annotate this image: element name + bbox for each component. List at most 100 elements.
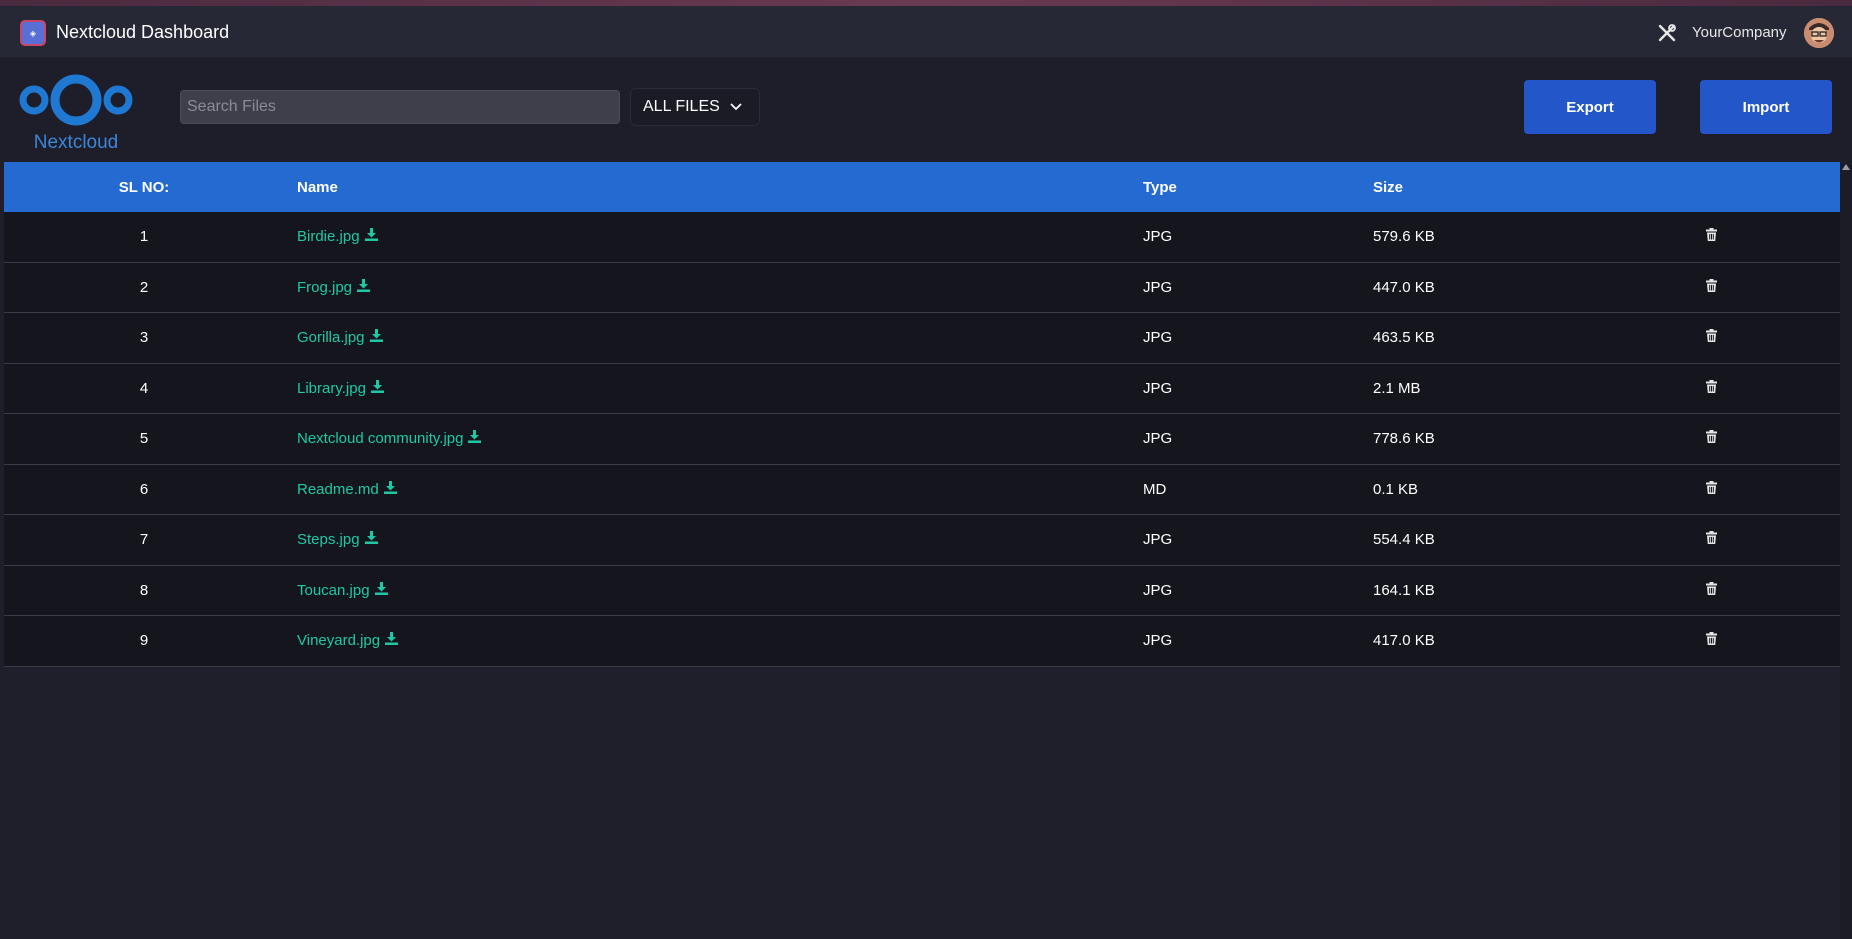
file-name: Birdie.jpg	[297, 228, 360, 246]
company-name[interactable]: YourCompany	[1692, 24, 1787, 41]
row-name-cell: Vineyard.jpg	[297, 632, 399, 650]
import-button[interactable]: Import	[1700, 80, 1832, 134]
file-name: Vineyard.jpg	[297, 632, 381, 650]
nextcloud-logo: Nextcloud	[18, 70, 134, 154]
table-header: SL NO: Name Type Size	[4, 162, 1840, 212]
header-sl-no: SL NO:	[118, 178, 170, 196]
download-icon[interactable]	[364, 531, 378, 548]
row-name-cell: Frog.jpg	[297, 278, 371, 296]
table-body: 1 Birdie.jpg JPG 579.6 KB 2 Frog.jpg JPG…	[4, 212, 1840, 667]
download-icon[interactable]	[369, 329, 383, 346]
trash-icon[interactable]	[1706, 581, 1717, 599]
file-link[interactable]: Frog.jpg	[297, 278, 371, 296]
file-link[interactable]: Vineyard.jpg	[297, 632, 399, 650]
trash-icon[interactable]	[1706, 480, 1717, 498]
file-link[interactable]: Steps.jpg	[297, 531, 378, 548]
header-type: Type	[1143, 178, 1177, 196]
download-icon[interactable]	[364, 228, 378, 245]
trash-icon[interactable]	[1706, 228, 1717, 245]
file-link[interactable]: Nextcloud community.jpg	[297, 430, 482, 448]
avatar[interactable]	[1804, 18, 1834, 48]
file-link[interactable]: Toucan.jpg	[297, 581, 388, 599]
row-sl-no: 5	[139, 430, 149, 448]
file-name: Toucan.jpg	[297, 581, 370, 599]
trash-icon[interactable]	[1706, 531, 1717, 548]
row-type: JPG	[1143, 379, 1173, 397]
table-row: 8 Toucan.jpg JPG 164.1 KB	[4, 565, 1840, 616]
file-link[interactable]: Birdie.jpg	[297, 228, 378, 245]
row-name-cell: Steps.jpg	[297, 531, 378, 548]
row-name-cell: Readme.md	[297, 480, 397, 498]
row-sl-no: 9	[139, 632, 149, 650]
row-sl-no: 6	[139, 480, 149, 498]
vertical-scrollbar[interactable]	[1840, 162, 1852, 939]
window-title: Nextcloud Dashboard	[56, 22, 230, 42]
file-name: Steps.jpg	[297, 531, 360, 549]
toolbar: Nextcloud ALL FILES Export Import	[0, 58, 1852, 162]
trash-icon[interactable]	[1706, 632, 1717, 649]
chevron-down-icon	[730, 98, 742, 116]
row-sl-no: 7	[139, 531, 149, 549]
header-size: Size	[1373, 178, 1404, 196]
row-type: MD	[1143, 480, 1167, 498]
trash-icon[interactable]	[1706, 329, 1717, 346]
row-type: JPG	[1143, 430, 1173, 448]
trash-icon[interactable]	[1706, 278, 1717, 296]
row-type: JPG	[1143, 228, 1173, 246]
file-link[interactable]: Gorilla.jpg	[297, 329, 383, 346]
logo-text: Nextcloud	[33, 132, 119, 153]
table-row: 7 Steps.jpg JPG 554.4 KB	[4, 515, 1840, 566]
row-type: JPG	[1143, 531, 1173, 549]
file-name: Gorilla.jpg	[297, 329, 365, 347]
title-bar: ◈ Nextcloud Dashboard YourCompany	[0, 6, 1852, 58]
row-size: 417.0 KB	[1373, 632, 1435, 650]
row-name-cell: Library.jpg	[297, 379, 384, 397]
download-icon[interactable]	[385, 632, 399, 649]
row-size: 778.6 KB	[1373, 430, 1435, 448]
file-link[interactable]: Library.jpg	[297, 379, 384, 397]
row-size: 579.6 KB	[1373, 228, 1435, 246]
table-row: 9 Vineyard.jpg JPG 417.0 KB	[4, 616, 1840, 667]
row-sl-no: 8	[139, 581, 149, 599]
row-type: JPG	[1143, 329, 1173, 347]
download-icon[interactable]	[468, 430, 482, 447]
scroll-up-arrow-icon[interactable]	[1842, 164, 1850, 170]
row-size: 164.1 KB	[1373, 581, 1435, 599]
file-name: Nextcloud community.jpg	[297, 430, 464, 448]
row-name-cell: Gorilla.jpg	[297, 329, 383, 346]
row-name-cell: Nextcloud community.jpg	[297, 430, 482, 448]
table-row: 5 Nextcloud community.jpg JPG 778.6 KB	[4, 414, 1840, 465]
tools-icon[interactable]	[1656, 22, 1678, 44]
row-name-cell: Toucan.jpg	[297, 581, 388, 599]
trash-icon[interactable]	[1706, 379, 1717, 397]
file-link[interactable]: Readme.md	[297, 480, 397, 498]
download-icon[interactable]	[370, 379, 384, 397]
row-sl-no: 3	[139, 329, 149, 347]
row-size: 0.1 KB	[1373, 480, 1419, 498]
export-button[interactable]: Export	[1524, 80, 1656, 134]
row-sl-no: 4	[139, 379, 149, 397]
row-name-cell: Birdie.jpg	[297, 228, 378, 245]
search-input[interactable]	[180, 90, 620, 124]
row-sl-no: 2	[139, 278, 149, 296]
table-row: 2 Frog.jpg JPG 447.0 KB	[4, 262, 1840, 313]
row-type: JPG	[1143, 581, 1173, 599]
file-name: Readme.md	[297, 480, 379, 498]
row-type: JPG	[1143, 632, 1173, 650]
row-size: 463.5 KB	[1373, 329, 1435, 347]
file-name: Library.jpg	[297, 379, 366, 397]
trash-icon[interactable]	[1706, 430, 1717, 447]
table-row: 3 Gorilla.jpg JPG 463.5 KB	[4, 313, 1840, 364]
table-row: 1 Birdie.jpg JPG 579.6 KB	[4, 212, 1840, 263]
row-type: JPG	[1143, 278, 1173, 296]
row-size: 554.4 KB	[1373, 531, 1435, 549]
download-icon[interactable]	[383, 480, 397, 498]
download-icon[interactable]	[374, 581, 388, 599]
file-filter-select[interactable]: ALL FILES	[630, 88, 760, 126]
file-name: Frog.jpg	[297, 278, 353, 296]
row-size: 2.1 MB	[1373, 379, 1421, 397]
row-size: 447.0 KB	[1373, 278, 1435, 296]
download-icon[interactable]	[357, 278, 371, 296]
header-name: Name	[297, 178, 338, 196]
app-icon: ◈	[20, 20, 46, 46]
